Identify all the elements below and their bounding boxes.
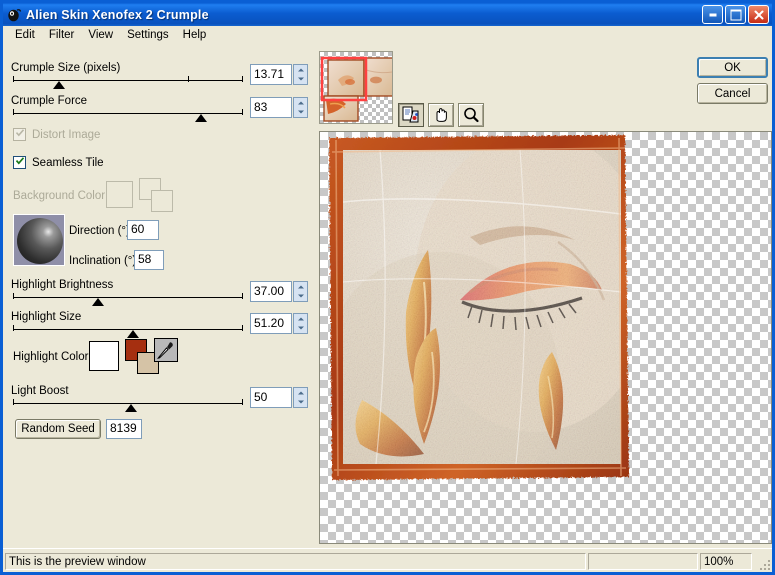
highlight-size-arrows[interactable]: [293, 313, 308, 334]
light-boost-label: Light Boost: [11, 385, 69, 397]
status-bar: This is the preview window 100%: [3, 548, 772, 572]
random-seed-value[interactable]: 8139: [106, 419, 142, 439]
crumple-size-value[interactable]: 13.71: [250, 64, 292, 85]
random-seed-button[interactable]: Random Seed: [15, 419, 101, 439]
highlight-brightness-spinner[interactable]: 37.00: [250, 281, 308, 302]
highlight-brightness-arrows[interactable]: [293, 281, 308, 302]
crumple-force-label: Crumple Force: [11, 95, 88, 107]
highlight-size-label: Highlight Size: [11, 311, 82, 323]
checkmark-icon: [16, 157, 24, 165]
zoom-tool-button[interactable]: [458, 103, 484, 127]
menu-bar: Edit Filter View Settings Help: [3, 26, 772, 44]
sphere-icon: [17, 218, 63, 264]
crumple-force-value[interactable]: 83: [250, 97, 292, 118]
crumple-force-spinner[interactable]: 83: [250, 97, 308, 118]
status-spacer: [588, 553, 698, 570]
cancel-button[interactable]: Cancel: [697, 83, 768, 104]
crumple-size-slider[interactable]: [13, 74, 243, 89]
checkmark-icon: [16, 129, 24, 137]
thumbnail-navigator[interactable]: [319, 51, 393, 124]
crumple-size-arrows[interactable]: [293, 64, 308, 85]
app-icon: [6, 7, 22, 23]
menu-settings[interactable]: Settings: [120, 28, 176, 42]
resize-grip-icon[interactable]: [756, 556, 770, 570]
light-boost-arrows[interactable]: [293, 387, 308, 408]
highlight-brightness-slider[interactable]: [13, 291, 243, 306]
light-boost-spinner[interactable]: 50: [250, 387, 308, 408]
highlight-brightness-value[interactable]: 37.00: [250, 281, 292, 302]
hand-tool-button[interactable]: [428, 103, 454, 127]
distort-image-label: Distort Image: [32, 128, 101, 141]
menu-edit[interactable]: Edit: [8, 28, 42, 42]
inclination-input[interactable]: 58: [134, 250, 164, 270]
light-boost-value[interactable]: 50: [250, 387, 292, 408]
menu-filter[interactable]: Filter: [42, 28, 82, 42]
status-zoom: 100%: [700, 553, 752, 570]
seamless-tile-label: Seamless Tile: [32, 156, 104, 169]
highlight-brightness-label: Highlight Brightness: [11, 279, 114, 291]
maximize-button[interactable]: [725, 5, 746, 24]
crumple-force-slider[interactable]: [13, 107, 243, 122]
eyedropper-icon[interactable]: [154, 338, 178, 362]
distort-image-box: [13, 128, 26, 141]
window-title: Alien Skin Xenofex 2 Crumple: [26, 7, 209, 22]
title-bar[interactable]: Alien Skin Xenofex 2 Crumple: [3, 3, 772, 26]
highlight-size-value[interactable]: 51.20: [250, 313, 292, 334]
light-boost-slider[interactable]: [13, 397, 243, 412]
close-button[interactable]: [748, 5, 769, 24]
app-window: Alien Skin Xenofex 2 Crumple Edit Filter…: [0, 0, 775, 575]
ok-button[interactable]: OK: [697, 57, 768, 78]
preview-canvas[interactable]: [319, 131, 772, 544]
minimize-button[interactable]: [702, 5, 723, 24]
seamless-tile-box[interactable]: [13, 156, 26, 169]
menu-view[interactable]: View: [81, 28, 120, 42]
background-color-swatch-alt2: [151, 190, 173, 212]
highlight-size-slider[interactable]: [13, 323, 243, 338]
direction-label: Direction (°): [69, 225, 130, 237]
crumple-size-label: Crumple Size (pixels): [11, 62, 121, 74]
inclination-label: Inclination (°): [69, 255, 137, 267]
light-direction-sphere[interactable]: [13, 214, 65, 266]
crumple-force-arrows[interactable]: [293, 97, 308, 118]
background-color-label: Background Color: [13, 190, 106, 202]
status-message: This is the preview window: [5, 553, 586, 570]
distort-image-checkbox: Distort Image: [13, 128, 100, 141]
seamless-tile-checkbox[interactable]: Seamless Tile: [13, 156, 104, 169]
direction-input[interactable]: 60: [127, 220, 159, 240]
window-controls: [702, 5, 772, 24]
highlight-color-label: Highlight Color: [13, 351, 89, 363]
highlight-color-primary-swatch[interactable]: [89, 341, 119, 371]
highlight-size-spinner[interactable]: 51.20: [250, 313, 308, 334]
compare-view-button[interactable]: [398, 103, 424, 127]
background-color-swatch: [106, 181, 133, 208]
controls-panel: Crumple Size (pixels) 13.71 Crumple Forc…: [3, 48, 315, 548]
menu-help[interactable]: Help: [176, 28, 214, 42]
crumple-size-spinner[interactable]: 13.71: [250, 64, 308, 85]
